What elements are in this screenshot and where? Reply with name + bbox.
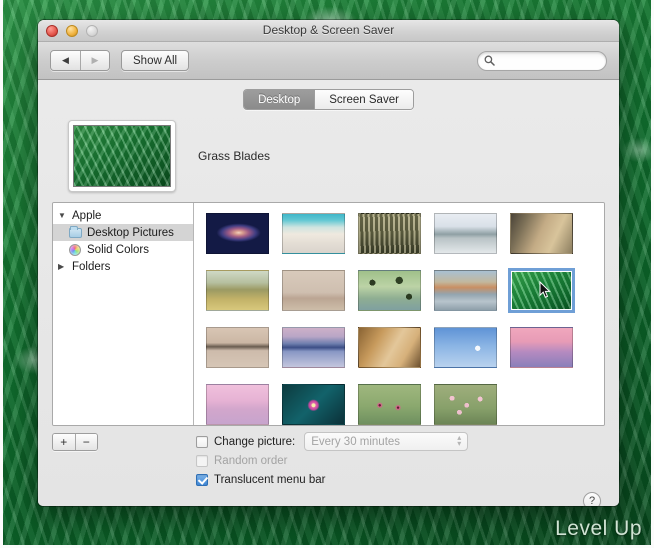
wallpaper-browser: ▼ Apple Desktop Pictures Solid Colors ▶ … [52, 202, 605, 426]
preview-label: Grass Blades [198, 149, 271, 163]
search-field[interactable] [477, 50, 607, 71]
thumbnail-lion-portrait[interactable] [356, 325, 423, 370]
sidebar-item-solid-colors[interactable]: Solid Colors [53, 241, 193, 258]
forward-button[interactable]: ▶ [80, 51, 109, 70]
folder-icon [69, 225, 84, 238]
preview-frame[interactable] [68, 120, 176, 192]
thumbnail-pink-poppies[interactable] [356, 382, 423, 425]
random-order-row: Random order [196, 451, 468, 470]
thumbnail-image [206, 213, 269, 254]
translucent-menu-bar-label: Translucent menu bar [214, 473, 326, 486]
remove-folder-button[interactable]: − [74, 434, 97, 450]
back-button[interactable]: ◀ [51, 51, 80, 70]
thumbnail-wheat-grass[interactable] [356, 211, 423, 256]
watermark: Level Up [555, 517, 642, 540]
thumbnail-image [434, 384, 497, 425]
thumbnail-image [510, 327, 573, 368]
thumbnail-lake-sunset[interactable] [280, 325, 347, 370]
window-titlebar: Desktop & Screen Saver [38, 20, 619, 42]
thumbnail-image [282, 270, 345, 311]
thumbnail-grid [204, 211, 604, 425]
navigation-segmented-control: ◀ ▶ [50, 50, 110, 71]
thumbnail-image [510, 213, 573, 254]
sidebar-item-label: Apple [72, 209, 102, 222]
sidebar-item-folders[interactable]: ▶ Folders [53, 258, 193, 275]
sidebar-item-desktop-pictures[interactable]: Desktop Pictures [53, 224, 193, 241]
thumbnail-image [206, 327, 269, 368]
thumbnail-lotus-flower[interactable] [280, 382, 347, 425]
thumbnail-colorful-landscape[interactable] [432, 268, 499, 313]
search-input[interactable] [499, 54, 600, 67]
thumbnail-image [358, 213, 421, 254]
thumbnail-misty-lake[interactable] [432, 211, 499, 256]
thumbnail-image [282, 384, 345, 425]
tab-desktop[interactable]: Desktop [244, 90, 315, 109]
window-content: Desktop Screen Saver Grass Blades ▼ Appl… [38, 80, 619, 506]
thumbnail-image [434, 270, 497, 311]
thumbnail-image [434, 213, 497, 254]
sidebar-item-label: Desktop Pictures [87, 226, 174, 239]
sidebar-item-apple[interactable]: ▼ Apple [53, 207, 193, 224]
random-order-label: Random order [214, 454, 288, 467]
thumbnail-desert-herd[interactable] [280, 268, 347, 313]
thumbnail-image [358, 270, 421, 311]
thumbnail-image [206, 384, 269, 425]
translucent-menu-bar-checkbox[interactable] [196, 473, 208, 486]
sidebar-item-label: Folders [72, 260, 111, 273]
thumbnail-image [206, 270, 269, 311]
thumbnail-sand-dune-bird[interactable] [508, 211, 575, 256]
current-wallpaper-preview: Grass Blades [52, 120, 605, 202]
change-interval-value: Every 30 minutes [311, 435, 401, 448]
thumbnail-image [508, 268, 575, 313]
preview-image-grass-blades [73, 125, 171, 187]
stepper-arrows-icon[interactable]: ▴ ▾ [457, 434, 461, 448]
options-column: Change picture: Every 30 minutes ▴ ▾ Ran… [196, 432, 469, 489]
thumbnail-grid-scroll[interactable] [194, 203, 604, 425]
chevron-down-icon[interactable]: ▼ [58, 211, 69, 220]
thumbnail-cherry-blossoms[interactable] [432, 382, 499, 425]
thumbnail-lily-pads[interactable] [356, 268, 423, 313]
color-wheel-icon [69, 243, 84, 256]
change-picture-checkbox[interactable] [196, 435, 208, 448]
tab-group: Desktop Screen Saver [243, 89, 414, 110]
thumbnail-beach-shore[interactable] [280, 211, 347, 256]
thumbnail-image [282, 213, 345, 254]
thumbnail-grass-blades[interactable] [508, 268, 575, 313]
thumbnail-pink-fog-city[interactable] [204, 382, 271, 425]
thumbnail-image [282, 327, 345, 368]
change-picture-row: Change picture: Every 30 minutes ▴ ▾ [196, 432, 469, 451]
tab-screen-saver[interactable]: Screen Saver [314, 90, 413, 109]
random-order-checkbox[interactable] [196, 454, 208, 467]
thumbnail-image [358, 327, 421, 368]
source-list-sidebar: ▼ Apple Desktop Pictures Solid Colors ▶ … [53, 203, 194, 425]
desktop-background: Level Up Desktop & Screen Saver ◀ ▶ Show… [0, 0, 654, 548]
thumbnail-moon-blue-sky[interactable] [432, 325, 499, 370]
thumbnail-elephant-savanna[interactable] [204, 268, 271, 313]
bottom-controls: + − Change picture: Every 30 minutes ▴ ▾ [52, 426, 605, 506]
add-folder-button[interactable]: + [53, 434, 75, 450]
add-remove-folder-control: + − [52, 433, 98, 451]
window-title: Desktop & Screen Saver [262, 23, 395, 37]
thumbnail-pink-mountain[interactable] [508, 325, 575, 370]
thumbnail-image [358, 384, 421, 425]
thumbnail-andromeda-galaxy[interactable] [204, 211, 271, 256]
thumbnail-image [434, 327, 497, 368]
system-preferences-window: Desktop & Screen Saver ◀ ▶ Show All Desk… [38, 20, 619, 506]
change-picture-label: Change picture: [214, 435, 296, 448]
window-toolbar: ◀ ▶ Show All [38, 42, 619, 80]
thumbnail-island-reflection[interactable] [204, 325, 271, 370]
sidebar-item-label: Solid Colors [87, 243, 149, 256]
search-icon [484, 55, 495, 66]
change-interval-popup[interactable]: Every 30 minutes ▴ ▾ [304, 432, 469, 451]
show-all-button[interactable]: Show All [121, 50, 190, 71]
tab-bar: Desktop Screen Saver [52, 89, 605, 110]
translucent-menu-bar-row: Translucent menu bar [196, 470, 468, 489]
chevron-right-icon[interactable]: ▶ [58, 262, 69, 271]
help-button[interactable]: ? [583, 492, 601, 506]
